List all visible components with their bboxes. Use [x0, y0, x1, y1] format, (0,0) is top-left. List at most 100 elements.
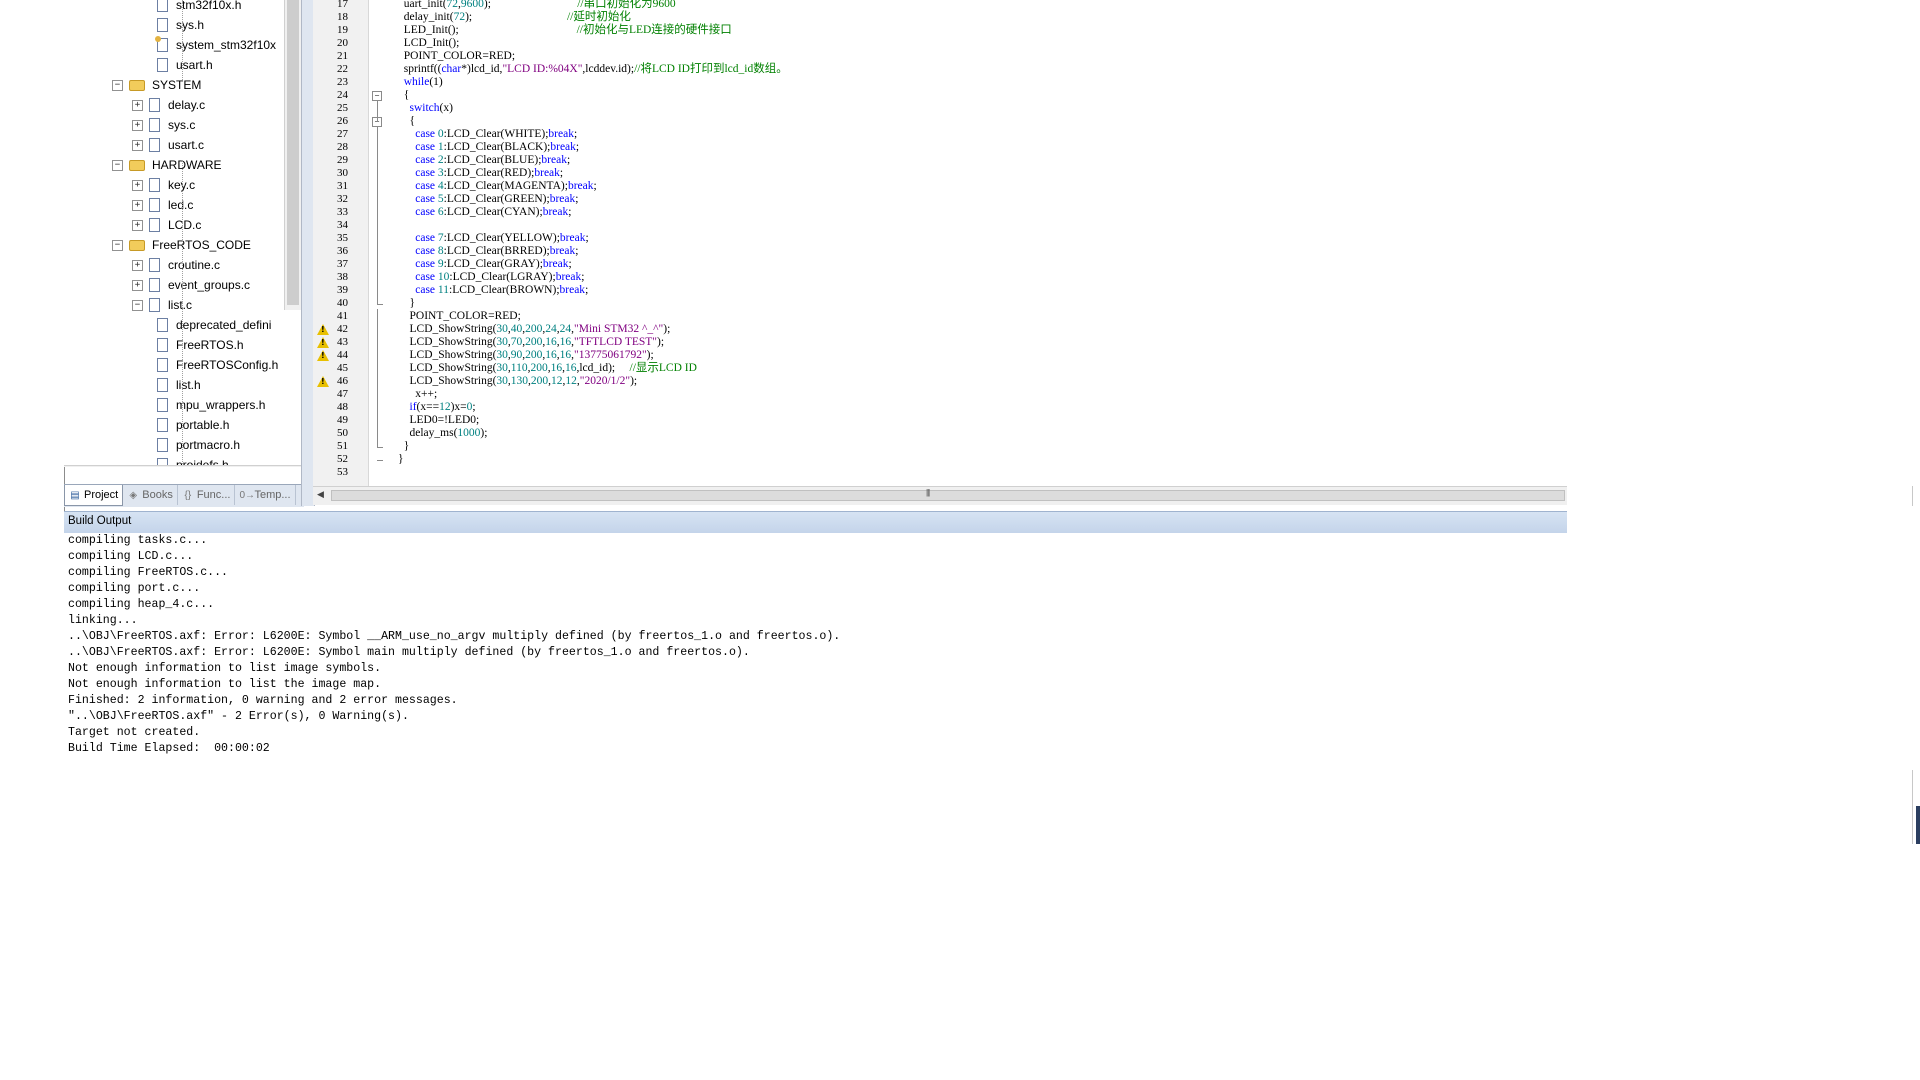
code-line[interactable]: LCD_ShowString(30,70,200,16,16,"TFTLCD T… — [398, 336, 665, 349]
code-line[interactable]: case 11:LCD_Clear(BROWN);break; — [398, 284, 588, 297]
code-line[interactable]: LED_Init(); //初始化与LED连接的硬件接口 — [398, 24, 732, 37]
tree-file[interactable]: FreeRTOSConfig.h — [157, 355, 278, 375]
code-line[interactable]: case 0:LCD_Clear(WHITE);break; — [398, 128, 577, 141]
tab-func[interactable]: {} Func... — [178, 485, 236, 505]
expand-icon[interactable]: + — [132, 199, 143, 211]
code-line[interactable]: } — [398, 440, 410, 453]
code-line[interactable]: } — [398, 453, 404, 466]
code-line[interactable]: LCD_ShowString(30,90,200,16,16,"13775061… — [398, 349, 654, 362]
warning-icon[interactable] — [317, 324, 329, 335]
tree-folder[interactable]: − SYSTEM — [112, 75, 201, 95]
code-line[interactable]: LCD_Init(); — [398, 37, 460, 50]
code-line[interactable]: case 2:LCD_Clear(BLUE);break; — [398, 154, 570, 167]
line-number: 45 — [337, 362, 348, 374]
tree-file[interactable]: − list.c — [132, 295, 192, 315]
code-line[interactable]: sprintf((char*)lcd_id,"LCD ID:%04X",lcdd… — [398, 63, 788, 76]
tree-vscroll-thumb[interactable] — [287, 0, 299, 305]
tab-label: Books — [142, 489, 173, 501]
code-line[interactable]: switch(x) — [398, 102, 453, 115]
code-token: 40 — [510, 323, 523, 335]
books-icon: ◈ — [129, 489, 138, 501]
tab-project[interactable]: ▤ Project — [64, 485, 124, 506]
code-line[interactable]: case 8:LCD_Clear(BRRED);break; — [398, 245, 578, 258]
editor-horizontal-scrollbar[interactable]: ◀ ||| — [313, 486, 1567, 505]
code-editor[interactable]: 17 18 19 20 21 22 23 24 25 26 27 28 29 30 31 32 33 34 35 36… — [313, 0, 1567, 486]
expand-icon[interactable]: + — [132, 139, 143, 151]
build-output-log[interactable]: compiling tasks.c... compiling LCD.c... co… — [64, 533, 1567, 765]
expand-icon[interactable]: + — [132, 279, 143, 291]
collapse-icon[interactable]: − — [112, 159, 123, 171]
code-line[interactable]: case 10:LCD_Clear(LGRAY);break; — [398, 271, 584, 284]
warning-icon[interactable] — [317, 376, 329, 387]
code-token: case — [398, 128, 438, 140]
code-line[interactable]: { — [398, 89, 410, 102]
tree-file[interactable]: + key.c — [132, 175, 195, 195]
collapse-icon[interactable]: − — [112, 79, 123, 91]
tree-file[interactable]: + croutine.c — [132, 255, 220, 275]
line-number-gutter: 17 18 19 20 21 22 23 24 25 26 27 28 29 30 31 32 33 34 35 36… — [313, 0, 369, 486]
line-number: 53 — [337, 466, 348, 478]
expand-icon[interactable]: + — [132, 99, 143, 111]
code-line[interactable]: delay_ms(1000); — [398, 427, 488, 440]
code-line[interactable]: case 7:LCD_Clear(YELLOW);break; — [398, 232, 588, 245]
code-line[interactable]: LCD_ShowString(30,110,200,16,16,lcd_id);… — [398, 362, 697, 375]
tree-file[interactable]: list.h — [157, 375, 201, 395]
warning-icon[interactable] — [317, 337, 329, 348]
fold-collapse-icon[interactable]: − — [372, 91, 382, 101]
expand-icon[interactable]: + — [132, 259, 143, 271]
code-line[interactable]: LCD_ShowString(30,130,200,12,12,"2020/1/… — [398, 375, 638, 388]
tree-file[interactable]: sys.h — [157, 15, 204, 35]
tree-file[interactable]: + usart.c — [132, 135, 204, 155]
code-line[interactable]: LCD_ShowString(30,40,200,24,24,"Mini STM… — [398, 323, 671, 336]
code-line[interactable]: case 3:LCD_Clear(RED);break; — [398, 167, 563, 180]
tree-file[interactable]: portable.h — [157, 415, 229, 435]
collapse-icon[interactable]: − — [132, 299, 143, 311]
code-line[interactable]: { — [398, 115, 416, 128]
tree-folder[interactable]: − HARDWARE — [112, 155, 222, 175]
code-line[interactable]: uart_init(72,9600); //串口初始化为9600 — [398, 0, 676, 11]
build-output-line: linking... — [68, 614, 138, 627]
code-token: 16 — [550, 362, 563, 374]
code-token: 30 — [496, 362, 508, 374]
tab-books[interactable]: ◈ Books — [123, 485, 178, 505]
line-number: 38 — [337, 271, 348, 283]
tree-file[interactable]: portmacro.h — [157, 435, 240, 455]
tree-file[interactable]: + event_groups.c — [132, 275, 250, 295]
code-line[interactable]: case 9:LCD_Clear(GRAY);break; — [398, 258, 571, 271]
code-token: :LCD_Clear(WHITE); — [443, 128, 549, 140]
code-line[interactable]: } — [398, 297, 416, 310]
tree-horizontal-scrollbar[interactable]: ◀ ▶ ▼ — [64, 465, 301, 467]
code-line[interactable]: while(1) — [398, 76, 443, 89]
tab-temp[interactable]: 0→ Temp... — [235, 485, 296, 505]
tree-file[interactable]: + sys.c — [132, 115, 195, 135]
code-line[interactable]: case 5:LCD_Clear(GREEN);break; — [398, 193, 578, 206]
file-icon — [149, 198, 160, 212]
code-line[interactable]: POINT_COLOR=RED; — [398, 50, 515, 63]
expand-icon[interactable]: + — [132, 179, 143, 191]
tree-file[interactable]: usart.h — [157, 55, 213, 75]
tree-file[interactable]: system_stm32f10x — [155, 35, 276, 55]
code-line[interactable]: case 4:LCD_Clear(MAGENTA);break; — [398, 180, 596, 193]
tree-file[interactable]: + LCD.c — [132, 215, 201, 235]
tab-label: Func... — [196, 489, 231, 501]
tree-file[interactable]: deprecated_defini — [157, 315, 271, 335]
collapse-icon[interactable]: − — [112, 239, 123, 251]
expand-icon[interactable]: + — [132, 219, 143, 231]
tree-file[interactable]: + led.c — [132, 195, 193, 215]
code-line[interactable]: case 6:LCD_Clear(CYAN);break; — [398, 206, 571, 219]
code-line[interactable]: delay_init(72); //延时初始化 — [398, 11, 631, 24]
tree-file[interactable]: + delay.c — [132, 95, 205, 115]
tree-vertical-scrollbar[interactable] — [284, 0, 301, 310]
tree-file[interactable]: stm32f10x.h — [157, 0, 241, 15]
code-line[interactable]: case 1:LCD_Clear(BLACK);break; — [398, 141, 579, 154]
code-line[interactable]: POINT_COLOR=RED; — [398, 310, 521, 323]
tree-file[interactable]: mpu_wrappers.h — [157, 395, 265, 415]
tree-file[interactable]: FreeRTOS.h — [157, 335, 244, 355]
code-line[interactable]: LED0=!LED0; — [398, 414, 480, 427]
code-line[interactable]: if(x==12)x=0; — [398, 401, 476, 414]
editor-hscroll-thumb[interactable] — [331, 490, 1565, 501]
warning-icon[interactable] — [317, 350, 329, 361]
code-line[interactable]: x++; — [398, 388, 437, 401]
expand-icon[interactable]: + — [132, 119, 143, 131]
editor-scroll-left-icon[interactable]: ◀ — [317, 489, 324, 500]
